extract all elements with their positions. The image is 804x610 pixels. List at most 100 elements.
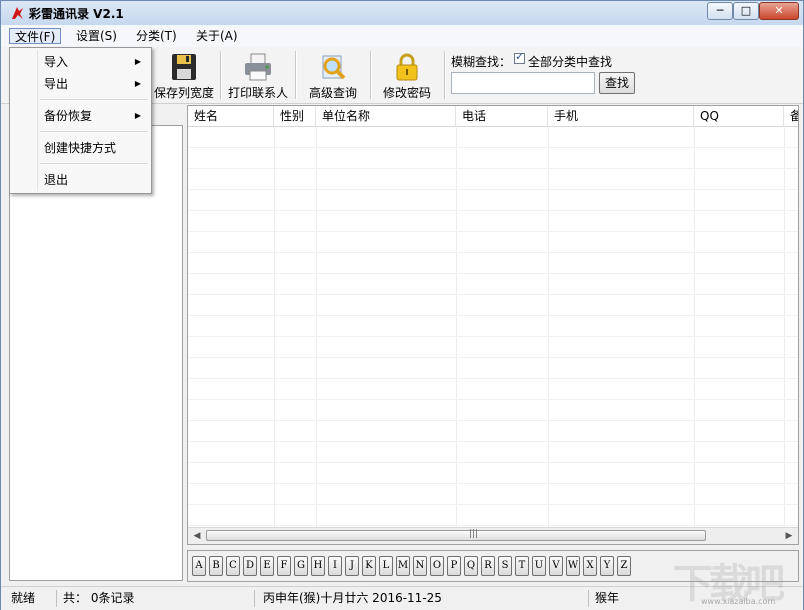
search-input[interactable] [451, 72, 595, 94]
alphabet-key-t[interactable]: T [515, 556, 529, 576]
grid-row-line [188, 483, 798, 484]
alphabet-key-o[interactable]: O [430, 556, 444, 576]
grid-row-line [188, 357, 798, 358]
grid-row-line [188, 504, 798, 505]
grid-row-line [188, 336, 798, 337]
menu-item-exit[interactable]: 退出 [12, 169, 149, 191]
search-all-categories-label[interactable]: 全部分类中查找 [528, 53, 612, 70]
lunar-date: 丙申年(猴)十月廿六 2016-11-25 [259, 590, 589, 607]
alphabet-key-l[interactable]: L [379, 556, 393, 576]
grid-row-line [188, 420, 798, 421]
alphabet-key-g[interactable]: G [294, 556, 308, 576]
maximize-button[interactable]: □ [733, 2, 759, 20]
alphabet-key-c[interactable]: C [226, 556, 240, 576]
alphabet-key-b[interactable]: B [209, 556, 223, 576]
fuzzy-search-label: 模糊查找： [451, 55, 512, 69]
menu-about[interactable]: 关于(A) [191, 28, 243, 44]
app-logo-icon [12, 7, 23, 19]
alphabet-key-v[interactable]: V [549, 556, 563, 576]
column-header-name[interactable]: 姓名 [188, 106, 274, 126]
alphabet-key-j[interactable]: J [345, 556, 359, 576]
menu-item-import-label: 导入 [44, 55, 69, 69]
menu-bar: 文件(F) 设置(S) 分类(T) 关于(A) [1, 25, 803, 48]
search-button[interactable]: 查找 [599, 72, 635, 94]
grid-row-line [188, 273, 798, 274]
alphabet-key-a[interactable]: A [192, 556, 206, 576]
grid-row-line [188, 168, 798, 169]
alphabet-key-k[interactable]: K [362, 556, 376, 576]
alphabet-key-y[interactable]: Y [600, 556, 614, 576]
app-window: 彩雷通讯录 V2.1 ─ □ ✕ 文件(F) 设置(S) 分类(T) 关于(A)… [0, 0, 804, 610]
window-title: 彩雷通讯录 V2.1 [29, 7, 124, 21]
alphabet-key-s[interactable]: S [498, 556, 512, 576]
grid-row-line [188, 147, 798, 148]
scrollbar-grip-icon: ||| [469, 529, 479, 539]
column-header-gender[interactable]: 性别 [274, 106, 316, 126]
menu-separator [40, 99, 148, 101]
watermark-logo: 下载吧 [673, 561, 785, 607]
menu-item-backup-restore[interactable]: 备份恢复 ▶ [12, 105, 149, 127]
column-header-notes[interactable]: 备 [784, 106, 798, 126]
grid-row-line [188, 399, 798, 400]
grid-row-line [188, 462, 798, 463]
title-bar[interactable]: 彩雷通讯录 V2.1 ─ □ ✕ [1, 1, 803, 25]
minimize-button[interactable]: ─ [707, 2, 733, 20]
menu-category[interactable]: 分类(T) [131, 28, 182, 44]
contact-grid[interactable]: 姓名 性别 单位名称 电话 手机 QQ 备 ◀ ||| ▶ [187, 105, 799, 545]
alphabet-key-u[interactable]: U [532, 556, 546, 576]
search-all-categories-checkbox[interactable] [514, 50, 525, 64]
column-header-phone[interactable]: 电话 [456, 106, 548, 126]
grid-column-line [456, 126, 457, 528]
alphabet-key-h[interactable]: H [311, 556, 325, 576]
alphabet-key-x[interactable]: X [583, 556, 597, 576]
menu-settings[interactable]: 设置(S) [71, 28, 122, 44]
column-header-company[interactable]: 单位名称 [316, 106, 456, 126]
submenu-arrow-icon: ▶ [134, 79, 141, 88]
scrollbar-thumb[interactable]: ||| [206, 529, 706, 541]
alphabet-key-w[interactable]: W [566, 556, 580, 576]
alphabet-key-f[interactable]: F [277, 556, 291, 576]
grid-row-line [188, 315, 798, 316]
close-icon: ✕ [774, 4, 784, 17]
status-text: 就绪 [7, 590, 57, 607]
alphabet-key-z[interactable]: Z [617, 556, 631, 576]
menu-item-export[interactable]: 导出 ▶ [12, 73, 149, 95]
menu-item-import[interactable]: 导入 ▶ [12, 51, 149, 73]
advanced-search-button[interactable]: 高级查询 [301, 47, 365, 103]
zodiac-year: 猴年 [595, 591, 620, 605]
toolbar-separator [370, 51, 372, 99]
column-header-mobile[interactable]: 手机 [548, 106, 694, 126]
horizontal-scrollbar[interactable]: ◀ ||| ▶ [188, 527, 798, 544]
close-button[interactable]: ✕ [759, 2, 799, 20]
save-column-width-button[interactable]: 保存列宽度 [151, 47, 217, 103]
grid-column-line [316, 126, 317, 528]
alphabet-key-q[interactable]: Q [464, 556, 478, 576]
alphabet-key-d[interactable]: D [243, 556, 257, 576]
scroll-left-icon[interactable]: ◀ [190, 529, 204, 543]
save-column-width-label: 保存列宽度 [153, 86, 214, 100]
menu-item-create-shortcut-label: 创建快捷方式 [44, 141, 117, 155]
menu-item-create-shortcut[interactable]: 创建快捷方式 [12, 137, 149, 159]
advanced-search-label: 高级查询 [308, 86, 357, 100]
print-contacts-button[interactable]: 打印联系人 [225, 47, 291, 103]
alphabet-key-m[interactable]: M [396, 556, 410, 576]
menu-separator [40, 131, 148, 133]
scroll-right-icon[interactable]: ▶ [782, 529, 796, 543]
minimize-icon: ─ [716, 4, 724, 17]
grid-header: 姓名 性别 单位名称 电话 手机 QQ 备 [188, 106, 798, 127]
record-count: 共： 0条记录 [59, 590, 255, 607]
toolbar-separator [295, 51, 297, 99]
menu-file[interactable]: 文件(F) [9, 28, 62, 44]
floppy-disk-icon [172, 54, 196, 80]
maximize-icon: □ [740, 4, 752, 17]
toolbar-separator [220, 51, 222, 99]
grid-column-line [694, 126, 695, 528]
column-header-qq[interactable]: QQ [694, 106, 784, 126]
alphabet-key-i[interactable]: I [328, 556, 342, 576]
alphabet-key-n[interactable]: N [413, 556, 427, 576]
alphabet-key-e[interactable]: E [260, 556, 274, 576]
alphabet-key-r[interactable]: R [481, 556, 495, 576]
alphabet-key-p[interactable]: P [447, 556, 461, 576]
change-password-button[interactable]: 修改密码 [375, 47, 439, 103]
menu-item-backup-restore-label: 备份恢复 [44, 109, 93, 123]
